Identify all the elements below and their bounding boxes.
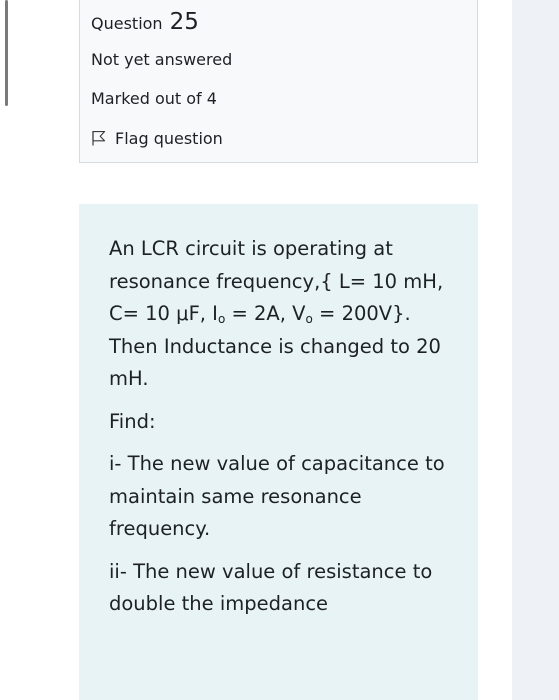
question-number: 25 <box>169 9 199 35</box>
find-label: Find: <box>109 409 156 433</box>
flag-icon <box>91 130 106 146</box>
quiz-page: Question 25 Not yet answered Marked out … <box>0 0 559 700</box>
question-info-panel: Question 25 Not yet answered Marked out … <box>79 0 478 163</box>
flag-question-label: Flag question <box>115 128 223 148</box>
right-gutter <box>512 0 559 700</box>
question-part-i: i- The new value of capacitance to maint… <box>109 452 445 540</box>
question-part-ii: ii- The new value of resistance to doubl… <box>109 559 433 616</box>
question-intro: An LCR circuit is operating at resonance… <box>109 233 459 396</box>
voltage-subscript: o <box>305 312 313 326</box>
question-state: Not yet answered <box>91 50 233 69</box>
question-intro-part-2: = 2A, V <box>225 302 306 325</box>
flag-question-link[interactable]: Flag question <box>91 127 223 149</box>
question-content: An LCR circuit is operating at resonance… <box>79 204 478 700</box>
scrollbar-thumb[interactable] <box>5 0 8 106</box>
question-grade: Marked out of 4 <box>91 89 217 108</box>
question-title-prefix: Question <box>91 14 163 33</box>
question-title: Question 25 <box>91 7 199 39</box>
question-text: An LCR circuit is operating at resonance… <box>109 233 459 621</box>
